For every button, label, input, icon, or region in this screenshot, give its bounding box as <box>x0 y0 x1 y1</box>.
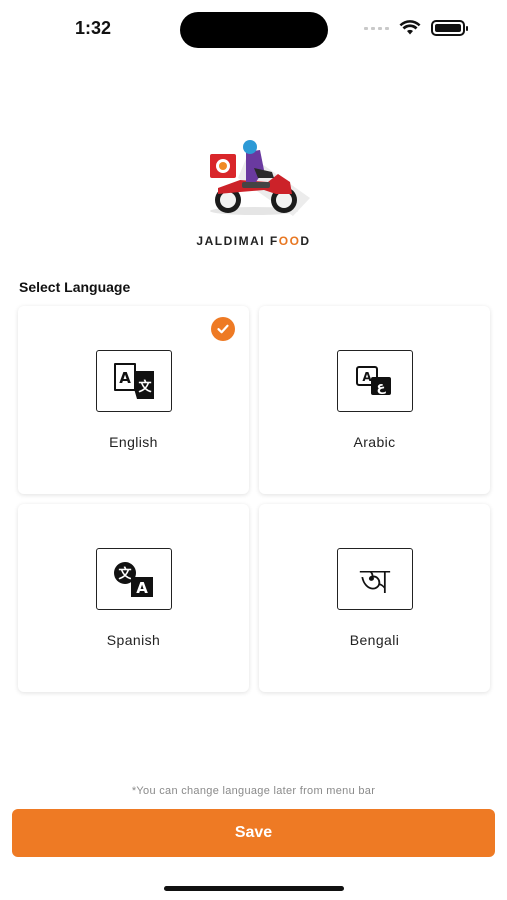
svg-text:A: A <box>362 370 372 384</box>
svg-text:文: 文 <box>118 566 132 582</box>
status-time: 1:32 <box>75 18 112 38</box>
save-button[interactable]: Save <box>12 809 495 857</box>
battery-icon <box>431 20 468 36</box>
checkmark-icon <box>211 317 235 341</box>
svg-text:文: 文 <box>138 379 152 395</box>
translate-a-icon: A 文 <box>96 350 172 412</box>
brand-name: JALDIMAI FOOD <box>196 234 311 248</box>
status-indicators <box>364 20 468 36</box>
delivery-scooter-icon <box>210 140 310 216</box>
language-label: Bengali <box>349 632 400 648</box>
svg-text:অ: অ <box>359 562 390 599</box>
translate-spanish-icon: 文 A <box>96 548 172 610</box>
language-card-spanish[interactable]: 文 A Spanish <box>18 504 249 692</box>
language-label: English <box>109 434 158 450</box>
svg-text:A: A <box>119 369 131 387</box>
language-card-english[interactable]: A 文 English <box>18 306 249 494</box>
bengali-letter-icon: অ <box>337 548 413 610</box>
cellular-signal-icon <box>364 26 389 30</box>
wifi-icon <box>399 20 421 35</box>
home-indicator[interactable] <box>164 886 344 891</box>
translate-arabic-icon: A ع <box>337 350 413 412</box>
svg-text:A: A <box>136 579 148 597</box>
svg-text:ع: ع <box>377 380 387 395</box>
dynamic-island <box>180 12 328 48</box>
language-label: Arabic <box>353 434 396 450</box>
language-card-bengali[interactable]: অ Bengali <box>259 504 490 692</box>
language-label: Spanish <box>106 632 161 648</box>
language-card-arabic[interactable]: A ع Arabic <box>259 306 490 494</box>
change-language-hint: *You can change language later from menu… <box>131 785 376 797</box>
select-language-heading: Select Language <box>19 279 131 295</box>
